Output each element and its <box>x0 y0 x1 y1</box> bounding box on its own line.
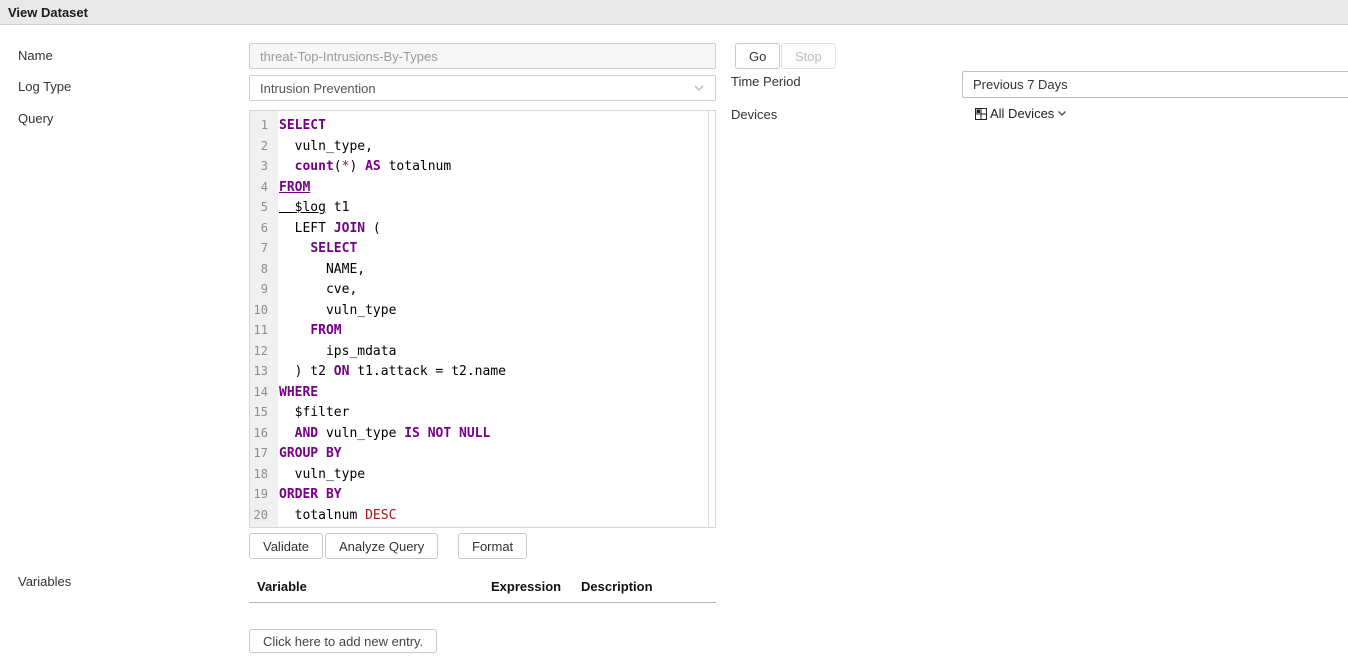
query-label: Query <box>18 111 53 126</box>
column-header-variable: Variable <box>257 579 307 594</box>
code-line: 19ORDER BY <box>250 484 715 505</box>
code-line: 2 vuln_type, <box>250 136 715 157</box>
devices-value: All Devices <box>990 106 1054 121</box>
code-line: 5 $log t1 <box>250 197 715 218</box>
code-line: 16 AND vuln_type IS NOT NULL <box>250 423 715 444</box>
code-line: 11 FROM <box>250 320 715 341</box>
code-line: 13 ) t2 ON t1.attack = t2.name <box>250 361 715 382</box>
code-line: 17GROUP BY <box>250 443 715 464</box>
column-header-description: Description <box>581 579 653 594</box>
chevron-down-icon <box>1057 110 1067 117</box>
code-line: 3 count(*) AS totalnum <box>250 156 715 177</box>
code-line: 8 NAME, <box>250 259 715 280</box>
code-line: 12 ips_mdata <box>250 341 715 362</box>
analyze-query-button[interactable]: Analyze Query <box>325 533 438 559</box>
table-header-divider <box>249 602 716 603</box>
time-period-input[interactable] <box>962 71 1348 98</box>
stop-button[interactable]: Stop <box>781 43 836 69</box>
log-type-label: Log Type <box>18 79 71 94</box>
code-line: 14WHERE <box>250 382 715 403</box>
add-entry-button[interactable]: Click here to add new entry. <box>249 629 437 653</box>
go-button[interactable]: Go <box>735 43 780 69</box>
code-line: 10 vuln_type <box>250 300 715 321</box>
devices-label: Devices <box>731 107 777 122</box>
code-line: 1SELECT <box>250 115 715 136</box>
query-editor-lines: 1SELECT2 vuln_type,3 count(*) AS totalnu… <box>250 115 715 525</box>
editor-scrollbar[interactable] <box>708 111 709 527</box>
devices-dropdown[interactable]: All Devices <box>975 106 1067 121</box>
query-editor[interactable]: 1SELECT2 vuln_type,3 count(*) AS totalnu… <box>249 110 716 528</box>
header-bar: View Dataset <box>0 0 1348 25</box>
variables-label: Variables <box>18 574 71 589</box>
code-line: 7 SELECT <box>250 238 715 259</box>
code-line: 18 vuln_type <box>250 464 715 485</box>
format-button[interactable]: Format <box>458 533 527 559</box>
page-title: View Dataset <box>0 0 1348 25</box>
column-header-expression: Expression <box>491 579 561 594</box>
code-line: 9 cve, <box>250 279 715 300</box>
time-period-label: Time Period <box>731 74 801 89</box>
code-line: 6 LEFT JOIN ( <box>250 218 715 239</box>
code-line: 20 totalnum DESC <box>250 505 715 526</box>
code-line: 4FROM <box>250 177 715 198</box>
name-label: Name <box>18 48 53 63</box>
validate-button[interactable]: Validate <box>249 533 323 559</box>
log-type-value: Intrusion Prevention <box>260 81 376 96</box>
devices-icon <box>975 108 987 120</box>
log-type-select[interactable]: Intrusion Prevention <box>249 75 716 101</box>
name-input[interactable] <box>249 43 716 69</box>
chevron-down-icon <box>693 84 705 92</box>
code-line: 15 $filter <box>250 402 715 423</box>
